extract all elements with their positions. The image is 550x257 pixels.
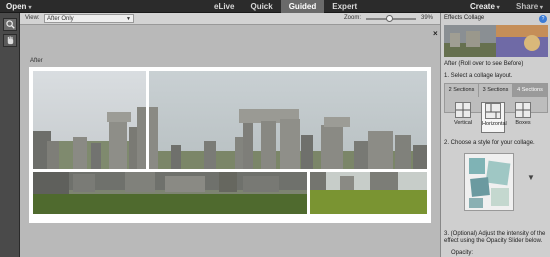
collage-document[interactable] bbox=[29, 67, 431, 223]
collage-panel-top-left bbox=[33, 71, 146, 169]
layout-boxes[interactable]: Boxes bbox=[511, 102, 535, 133]
magnifier-icon bbox=[6, 20, 15, 29]
close-icon[interactable]: × bbox=[433, 29, 438, 38]
share-button[interactable]: Share ▾ bbox=[516, 2, 543, 11]
share-label: Share bbox=[516, 2, 539, 11]
tab-3-sections[interactable]: 3 Sections bbox=[479, 84, 513, 97]
view-select-value: After Only bbox=[47, 16, 74, 22]
collage-panel-top-right bbox=[149, 71, 427, 169]
tab-4-sections[interactable]: 4 Sections bbox=[513, 84, 547, 97]
collage-panel-bottom-left bbox=[33, 172, 307, 214]
open-label: Open bbox=[6, 2, 27, 11]
collage-panel-bottom-right bbox=[310, 172, 427, 214]
tab-elive[interactable]: eLive bbox=[206, 0, 242, 13]
vertical-layout-icon bbox=[455, 102, 471, 118]
panel-title: Effects Collage bbox=[444, 15, 485, 21]
step-1-text: 1. Select a collage layout. bbox=[444, 73, 513, 79]
step-2-text: 2. Choose a style for your collage. bbox=[444, 140, 535, 146]
layout-horizontal[interactable]: Horizontal bbox=[481, 102, 507, 133]
stonehenge-photo-section bbox=[33, 71, 146, 169]
boxes-layout-icon bbox=[515, 102, 531, 118]
chevron-down-icon[interactable]: ▼ bbox=[527, 173, 535, 182]
canvas-workspace: × After bbox=[20, 25, 440, 257]
chevron-down-icon: ▾ bbox=[494, 5, 500, 11]
create-label: Create bbox=[470, 2, 495, 11]
collage-style-preview[interactable] bbox=[464, 153, 514, 211]
before-after-thumbnails bbox=[444, 25, 548, 57]
hand-tool[interactable] bbox=[3, 34, 17, 47]
zoom-slider-knob[interactable] bbox=[386, 15, 393, 22]
layout-boxes-label: Boxes bbox=[515, 120, 531, 126]
options-bar: View: After Only ▼ Zoom: 39% bbox=[20, 13, 440, 25]
tab-guided[interactable]: Guided bbox=[280, 0, 325, 13]
guided-panel: Effects Collage ? After (Roll over to se… bbox=[440, 13, 550, 257]
after-hint: After (Roll over to see Before) bbox=[444, 61, 524, 67]
after-view-label: After bbox=[30, 58, 43, 64]
chevron-down-icon: ▼ bbox=[126, 16, 131, 22]
chevron-down-icon: ▾ bbox=[538, 5, 543, 11]
zoom-tool[interactable] bbox=[3, 18, 17, 31]
zoom-value: 39% bbox=[421, 15, 434, 21]
step-3-text: 3. (Optional) Adjust the intensity of th… bbox=[444, 231, 546, 244]
open-button[interactable]: Open ▾ bbox=[6, 2, 31, 11]
tool-strip bbox=[0, 13, 20, 257]
view-select[interactable]: After Only ▼ bbox=[44, 14, 134, 23]
tab-quick[interactable]: Quick bbox=[242, 0, 280, 13]
help-icon[interactable]: ? bbox=[539, 15, 547, 23]
create-button[interactable]: Create ▾ bbox=[470, 2, 500, 11]
layout-horizontal-label: Horizontal bbox=[482, 121, 507, 127]
stonehenge-photo-section bbox=[149, 71, 427, 169]
opacity-label: Opacity: bbox=[451, 250, 474, 256]
stonehenge-photo-section bbox=[33, 172, 307, 214]
stonehenge-photo-section bbox=[310, 172, 427, 214]
layout-vertical[interactable]: Vertical bbox=[451, 102, 475, 133]
style-preview-image bbox=[465, 154, 513, 210]
tab-expert[interactable]: Expert bbox=[324, 0, 365, 13]
mode-tabs: eLive Quick Guided Expert bbox=[206, 0, 365, 13]
zoom-label: Zoom: bbox=[344, 15, 362, 21]
layout-vertical-label: Vertical bbox=[453, 120, 473, 126]
view-label: View: bbox=[25, 15, 40, 21]
tab-2-sections[interactable]: 2 Sections bbox=[445, 84, 479, 97]
horizontal-layout-icon bbox=[485, 103, 501, 119]
top-bar: Open ▾ eLive Quick Guided Expert Create ▾… bbox=[0, 0, 550, 13]
chevron-down-icon: ▾ bbox=[28, 5, 32, 11]
thumbnail-images bbox=[444, 25, 548, 57]
hand-icon bbox=[7, 36, 14, 45]
